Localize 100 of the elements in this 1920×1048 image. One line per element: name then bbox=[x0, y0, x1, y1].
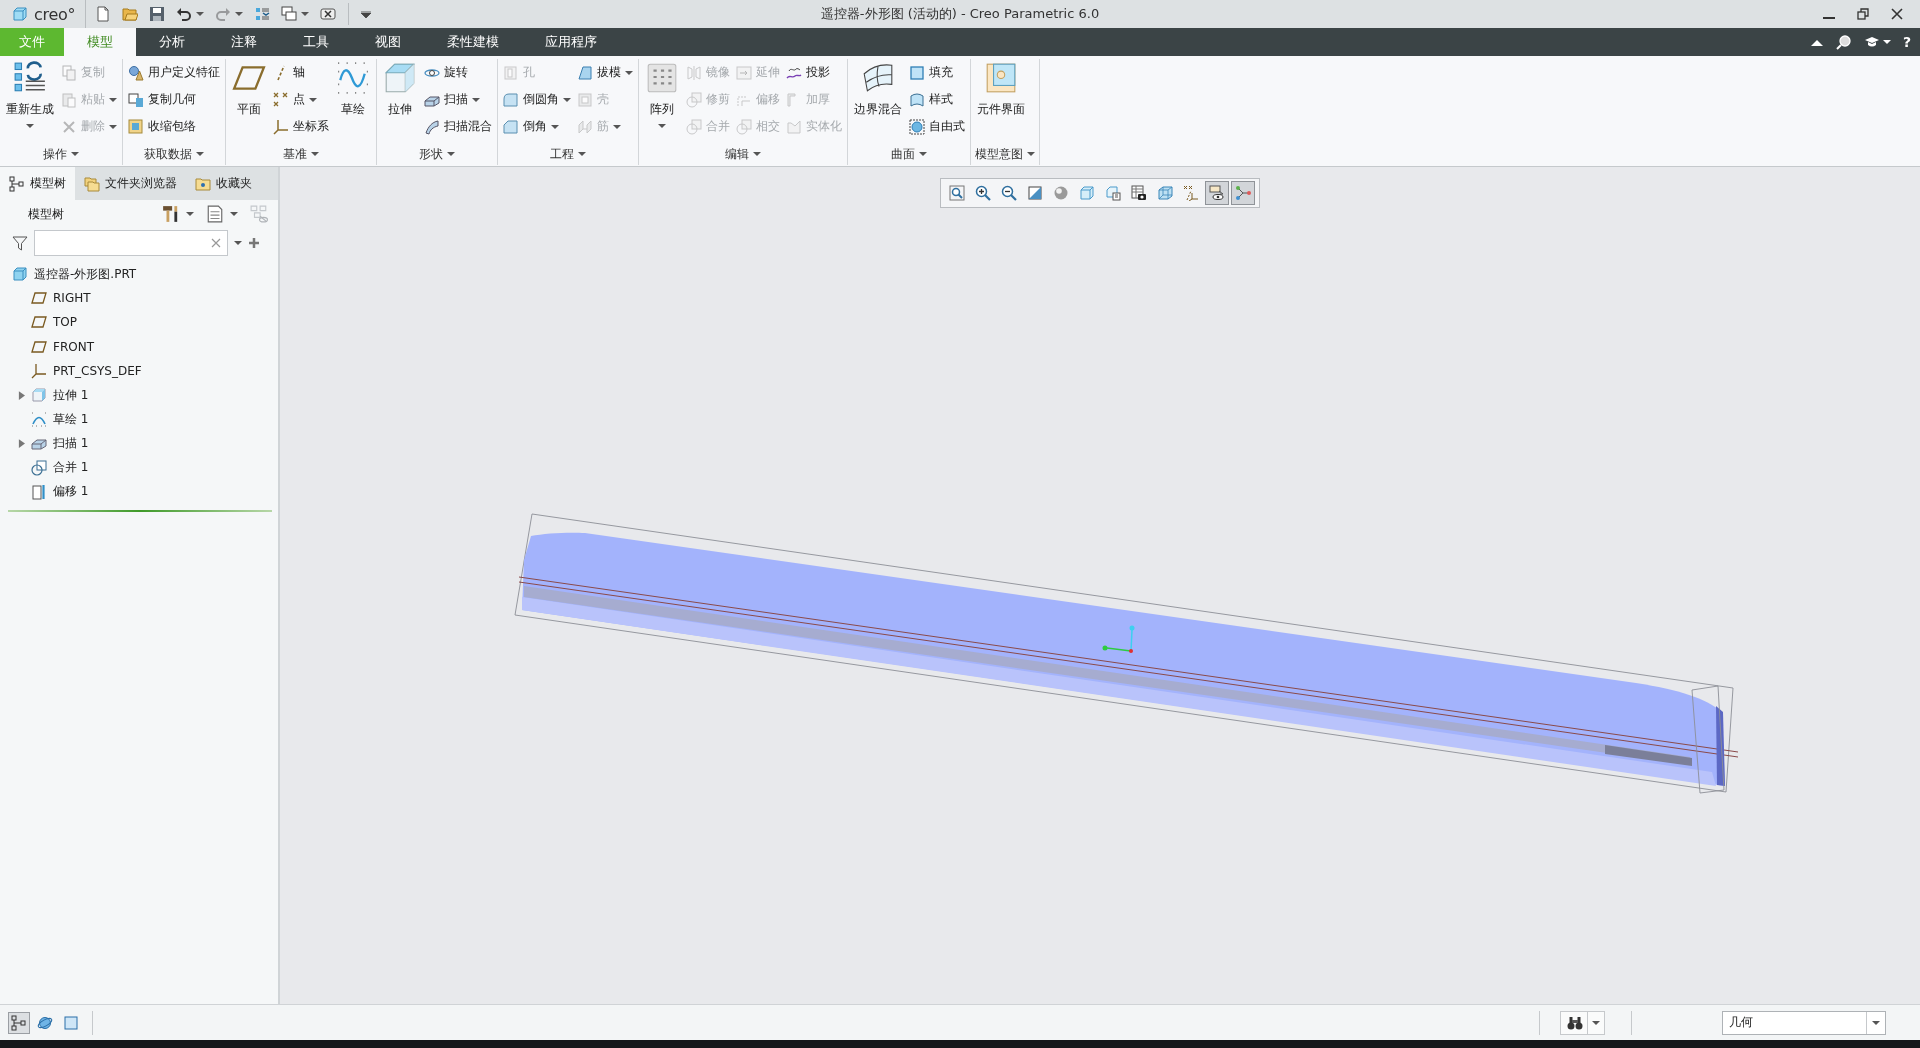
zoom-out-icon bbox=[1001, 185, 1017, 201]
puzzle-icon bbox=[984, 61, 1018, 95]
caret-icon bbox=[230, 212, 238, 216]
ribbon-tab[interactable]: 模型 bbox=[64, 28, 136, 56]
group-menu-button[interactable]: 模型意图 bbox=[973, 145, 1037, 163]
ribbon-button[interactable]: 拔模 bbox=[574, 59, 636, 86]
ribbon-button[interactable]: 坐标系 bbox=[270, 113, 332, 140]
clear-icon[interactable] bbox=[211, 238, 221, 248]
tree-item[interactable]: 拉伸 1 bbox=[53, 386, 89, 404]
group-menu-button[interactable]: 工程 bbox=[548, 145, 588, 163]
ribbon-button[interactable]: 边界混合 bbox=[850, 59, 906, 118]
group-menu-button[interactable]: 操作 bbox=[41, 145, 81, 163]
ribbon-button[interactable]: 倒圆角 bbox=[500, 86, 574, 113]
ribbon-tab[interactable]: 视图 bbox=[352, 28, 424, 56]
cube-icon bbox=[31, 387, 47, 404]
rounded-block-icon bbox=[503, 91, 519, 108]
tree-item[interactable]: 偏移 1 bbox=[53, 483, 89, 501]
ribbon-button[interactable]: 倒角 bbox=[500, 113, 574, 140]
cube-icon bbox=[12, 266, 28, 283]
caret-icon bbox=[361, 10, 372, 18]
selection-filter-dropdown[interactable]: 几何 bbox=[1722, 1010, 1886, 1035]
squares-icon bbox=[128, 91, 144, 108]
undo-arrow-icon bbox=[176, 6, 193, 22]
datum-crosses-icon bbox=[1183, 185, 1199, 201]
close-icon bbox=[1891, 8, 1903, 20]
mirror-halves-icon bbox=[686, 64, 702, 81]
tree-item[interactable]: 合并 1 bbox=[53, 459, 89, 477]
tree-item[interactable]: 扫描 1 bbox=[53, 434, 89, 452]
ribbon-button[interactable]: 投影 bbox=[783, 59, 845, 86]
caret-icon[interactable] bbox=[234, 241, 242, 245]
wedge-icon bbox=[577, 64, 593, 81]
clipboard-icon bbox=[61, 91, 77, 108]
x-mark-icon bbox=[61, 118, 77, 135]
ribbon-button[interactable]: 扫描混合 bbox=[421, 113, 495, 140]
ribbon-button[interactable]: 元件界面 bbox=[973, 59, 1029, 118]
tree-item[interactable]: 草绘 1 bbox=[53, 410, 89, 428]
tree-item[interactable]: 遥控器-外形图.PRT bbox=[34, 265, 137, 283]
ribbon-button[interactable]: 拉伸 bbox=[379, 59, 421, 118]
expand-arrow-icon[interactable] bbox=[18, 438, 25, 448]
half-filled-square-icon bbox=[1027, 185, 1043, 201]
group-menu-button[interactable]: 曲面 bbox=[889, 145, 929, 163]
dotted-arc-icon bbox=[31, 411, 47, 428]
ribbon-button[interactable]: 用户定义特征 bbox=[125, 59, 223, 86]
curved-sheet-icon bbox=[909, 91, 925, 108]
shaded-sphere-icon bbox=[1053, 185, 1069, 201]
find-button[interactable] bbox=[1560, 1010, 1605, 1035]
ribbon-button[interactable]: 复制几何 bbox=[125, 86, 223, 113]
group-menu-button[interactable]: 基准 bbox=[281, 145, 321, 163]
wireframe-cube-icon bbox=[1157, 185, 1173, 201]
notched-block-icon bbox=[786, 118, 802, 135]
folder-icon bbox=[122, 6, 139, 22]
table-camera-icon bbox=[1131, 185, 1147, 201]
folders-icon bbox=[84, 175, 100, 192]
tree-item[interactable]: PRT_CSYS_DEF bbox=[53, 363, 142, 378]
page-icon bbox=[95, 6, 112, 22]
ribbon-button[interactable]: 平面 bbox=[228, 59, 270, 118]
tree-item[interactable]: RIGHT bbox=[53, 291, 91, 306]
group-menu-button[interactable]: 编辑 bbox=[723, 145, 763, 163]
hammer-screwdriver-icon bbox=[162, 205, 180, 223]
navigator-tab[interactable]: 模型树 bbox=[0, 167, 75, 200]
branch-nodes-icon bbox=[1235, 185, 1251, 201]
toggle-button[interactable] bbox=[8, 1011, 30, 1034]
circle-square-icon bbox=[686, 91, 702, 108]
ribbon-tab[interactable]: 注释 bbox=[208, 28, 280, 56]
caret-icon bbox=[1872, 1020, 1880, 1025]
filled-square-icon bbox=[909, 64, 925, 81]
ribbon-button[interactable]: 样式 bbox=[906, 86, 968, 113]
ribbon-button[interactable]: 自由式 bbox=[906, 113, 968, 140]
ribbon-button[interactable]: 重新生成 bbox=[2, 59, 58, 128]
group-menu-button[interactable]: 获取数据 bbox=[142, 145, 206, 163]
ribbon-tab[interactable]: 柔性建模 bbox=[424, 28, 522, 56]
block-bar-icon bbox=[31, 483, 47, 500]
ribbon-button[interactable]: 扫描 bbox=[421, 86, 495, 113]
group-menu-button[interactable]: 形状 bbox=[417, 145, 457, 163]
tree-item[interactable]: TOP bbox=[53, 315, 77, 330]
settings-button[interactable] bbox=[160, 205, 196, 223]
expand-arrow-icon[interactable] bbox=[18, 390, 25, 400]
toolbar-button[interactable] bbox=[1205, 181, 1229, 205]
search-field[interactable] bbox=[34, 230, 228, 256]
ribbon-button[interactable]: 填充 bbox=[906, 59, 968, 86]
ribbon-tab[interactable]: 分析 bbox=[136, 28, 208, 56]
ribbon-button[interactable]: 收缩包络 bbox=[125, 113, 223, 140]
ribbon-tab[interactable]: 应用程序 bbox=[522, 28, 620, 56]
help-button[interactable]: ? bbox=[1899, 31, 1914, 53]
plus-icon[interactable] bbox=[248, 237, 260, 249]
ribbon-tab[interactable]: 工具 bbox=[280, 28, 352, 56]
ribbon-button[interactable]: 阵列 bbox=[641, 59, 683, 128]
navigator-tab[interactable]: 文件夹浏览器 bbox=[75, 167, 186, 200]
framed-square-icon bbox=[128, 118, 144, 135]
grid-eye-icon bbox=[250, 205, 268, 223]
hierarchy-icon bbox=[11, 1014, 27, 1031]
caret-icon bbox=[753, 152, 761, 156]
zoom-in-icon bbox=[975, 185, 991, 201]
navigator-tab[interactable]: 收藏夹 bbox=[186, 167, 261, 200]
curved-band-icon bbox=[424, 118, 440, 135]
tree-item[interactable]: FRONT bbox=[53, 339, 94, 354]
frame-eye-icon bbox=[1209, 185, 1225, 201]
caret-icon bbox=[311, 152, 319, 156]
ribbon-button[interactable]: 轴 bbox=[270, 59, 332, 86]
ribbon-button[interactable]: 旋转 bbox=[421, 59, 495, 86]
